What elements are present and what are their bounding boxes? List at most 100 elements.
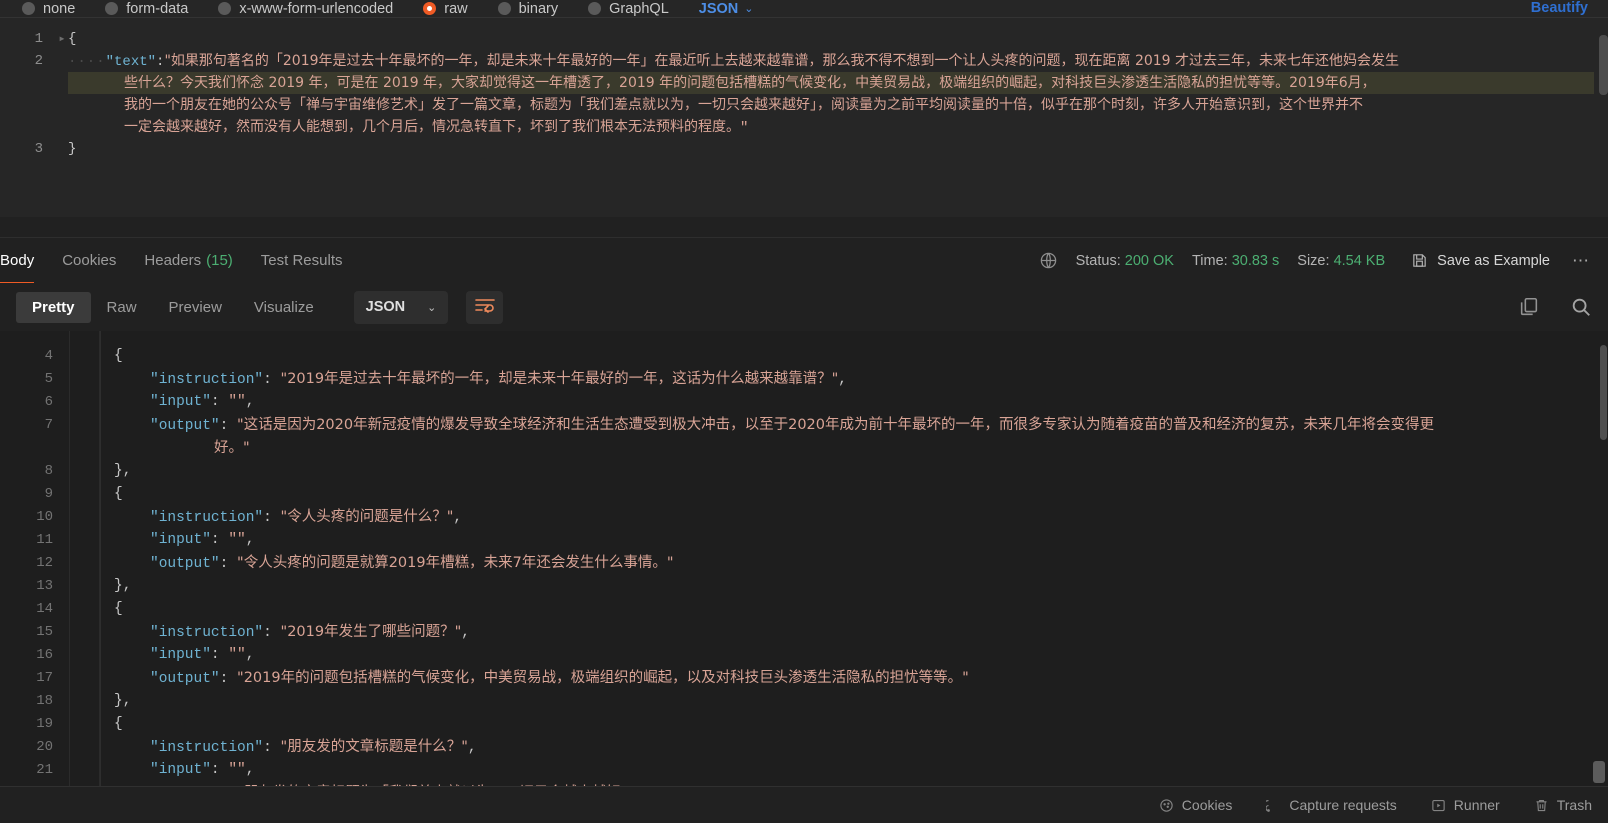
radio-icon[interactable] bbox=[105, 2, 119, 15]
json-field-input: "input": "", bbox=[114, 391, 1608, 414]
comma: , bbox=[467, 740, 477, 756]
time-label: Time: bbox=[1191, 252, 1228, 269]
comma: , bbox=[245, 532, 255, 548]
tab-label: Test Results bbox=[260, 252, 343, 269]
view-tab-visualize[interactable]: Visualize bbox=[238, 292, 330, 323]
body-type-label: x-www-form-urlencoded bbox=[239, 0, 394, 17]
tab-test-results[interactable]: Test Results bbox=[247, 238, 357, 284]
code-line-2-wrap-c: 一定会越来越好，然而没有人能想到，几个月后，情况急转直下，坏到了我们根本无法预料… bbox=[68, 116, 1594, 138]
json-open-brace: { bbox=[114, 345, 1608, 368]
json-close-brace: }, bbox=[114, 460, 1608, 483]
close-brace: } bbox=[68, 141, 77, 157]
colon: : bbox=[210, 647, 220, 663]
response-fold-column[interactable] bbox=[70, 331, 100, 786]
search-icon[interactable] bbox=[1570, 296, 1592, 318]
comma: , bbox=[453, 510, 463, 526]
copy-icon[interactable] bbox=[1518, 296, 1540, 318]
line-number: 16 bbox=[36, 647, 53, 663]
code-line-2: ····"text":"如果那句著名的「2019年是过去十年最坏的一年，却是未来… bbox=[68, 50, 1594, 72]
json-value: "" bbox=[228, 762, 246, 778]
statusbar-trash[interactable]: Trash bbox=[1534, 797, 1592, 813]
line-number: 19 bbox=[36, 716, 53, 732]
tab-cookies[interactable]: Cookies bbox=[48, 238, 130, 284]
line-number: 13 bbox=[36, 578, 53, 594]
radio-icon[interactable] bbox=[22, 2, 35, 15]
save-as-example-button[interactable]: Save as Example bbox=[1411, 252, 1550, 269]
json-value: "" bbox=[228, 647, 246, 663]
request-editor-line-numbers: 1 2 3 bbox=[0, 18, 56, 217]
body-type-option-binary[interactable]: binary bbox=[497, 1, 558, 17]
colon: : bbox=[210, 532, 220, 548]
colon: : bbox=[210, 394, 220, 410]
radio-icon-selected[interactable] bbox=[423, 2, 437, 15]
json-field-input: "input": "", bbox=[114, 529, 1608, 552]
more-options-icon[interactable]: ⋯ bbox=[1572, 251, 1590, 271]
body-type-option-form-data[interactable]: form-data bbox=[105, 1, 188, 17]
save-disk-icon bbox=[1411, 252, 1428, 269]
globe-icon[interactable] bbox=[1039, 251, 1058, 270]
request-editor-code[interactable]: { ····"text":"如果那句著名的「2019年是过去十年最坏的一年，却是… bbox=[68, 18, 1608, 217]
json-field-output: "output": "令人头疼的问题是就算2019年槽糕，未来7年还会发生什么事… bbox=[114, 552, 1608, 575]
json-value: "这话是因为2020年新冠疫情的爆发导致全球经济和生活生态遭受到极大冲击，以至于… bbox=[237, 417, 1434, 433]
word-wrap-button[interactable] bbox=[466, 290, 504, 324]
response-scrollbar-thumb[interactable] bbox=[1600, 345, 1607, 440]
json-key: "output" bbox=[150, 418, 220, 434]
json-key: "instruction" bbox=[150, 740, 264, 756]
line-number: 14 bbox=[36, 601, 53, 617]
radio-icon[interactable] bbox=[497, 2, 511, 15]
statusbar-cookies[interactable]: Cookies bbox=[1159, 797, 1232, 813]
response-tabs: Body Cookies Headers (15) Test Results bbox=[0, 238, 357, 284]
body-type-option-x-www-form-urlencoded[interactable]: x-www-form-urlencoded bbox=[218, 1, 393, 17]
response-meta: Status: 200 OK Time: 30.83 s Size: 4.54 … bbox=[1039, 251, 1608, 271]
radio-icon[interactable] bbox=[218, 2, 232, 15]
body-type-option-none[interactable]: none bbox=[22, 1, 75, 17]
json-field-input: "input": "", bbox=[114, 644, 1608, 667]
json-field-input: "input": "", bbox=[114, 759, 1608, 782]
brace: }, bbox=[114, 578, 132, 594]
code-line-2-wrap-a: 些什么？今天我们怀念 2019 年，可是在 2019 年，大家却觉得这一年槽透了… bbox=[68, 72, 1594, 94]
json-open-brace: { bbox=[114, 598, 1608, 621]
request-format-dropdown[interactable]: JSON ⌄ bbox=[699, 1, 754, 17]
statusbar-capture-requests[interactable]: Capture requests bbox=[1263, 797, 1397, 813]
view-tab-preview[interactable]: Preview bbox=[153, 292, 238, 323]
json-open-brace: { bbox=[114, 483, 1608, 506]
view-tab-label: Preview bbox=[168, 298, 222, 316]
trash-icon bbox=[1534, 798, 1549, 813]
response-line-numbers: 4 5 6 7 8 9 10 11 12 13 14 15 16 17 18 1… bbox=[0, 331, 70, 786]
json-value-segment: 一定会越来越好，然而没有人能想到，几个月后，情况急转直下，坏到了我们根本无法预料… bbox=[124, 119, 740, 135]
json-key: "instruction" bbox=[150, 510, 264, 526]
fold-marker[interactable]: ▸ bbox=[56, 28, 68, 50]
headers-count-badge: (15) bbox=[206, 252, 233, 269]
json-value-segment: 些什么？今天我们怀念 2019 年，可是在 2019 年，大家却觉得这一年槽透了… bbox=[124, 75, 1376, 91]
request-editor-scrollbar[interactable] bbox=[1599, 35, 1608, 95]
json-field-instruction: "instruction": "令人头疼的问题是什么？", bbox=[114, 506, 1608, 529]
line-number: 4 bbox=[44, 348, 53, 364]
response-horizontal-scrollbar[interactable] bbox=[1593, 761, 1605, 783]
line-number: 15 bbox=[36, 624, 53, 640]
json-field-output: "output": "这话是因为2020年新冠疫情的爆发导致全球经济和生活生态遭… bbox=[114, 414, 1608, 437]
request-format-value: JSON bbox=[698, 0, 739, 17]
statusbar-label: Capture requests bbox=[1289, 797, 1397, 813]
tab-headers[interactable]: Headers (15) bbox=[130, 238, 246, 284]
body-type-option-graphql[interactable]: GraphQL bbox=[588, 1, 669, 17]
colon: : bbox=[219, 418, 229, 434]
view-tab-pretty[interactable]: Pretty bbox=[16, 291, 91, 323]
json-key: "input" bbox=[150, 532, 211, 548]
chevron-down-icon: ⌄ bbox=[744, 3, 754, 15]
body-type-option-raw[interactable]: raw bbox=[423, 1, 468, 17]
statusbar-runner[interactable]: Runner bbox=[1431, 797, 1500, 813]
view-tab-raw[interactable]: Raw bbox=[91, 292, 153, 323]
view-tab-label: Pretty bbox=[32, 298, 75, 316]
beautify-button[interactable]: Beautify bbox=[1531, 0, 1588, 16]
line-number: 2 bbox=[34, 53, 43, 69]
response-format-dropdown[interactable]: JSON ⌄ bbox=[353, 290, 449, 324]
statusbar-label: Trash bbox=[1556, 797, 1592, 813]
tab-body[interactable]: Body bbox=[0, 238, 48, 284]
request-body-editor[interactable]: 1 2 3 ▸ { ····"text":"如果那句著名的「2019年是过去十年… bbox=[0, 17, 1608, 217]
comma: , bbox=[245, 394, 255, 410]
request-editor-fold-column[interactable]: ▸ bbox=[56, 18, 68, 217]
json-value: "朋友发的文章标题是什么？" bbox=[280, 739, 468, 755]
response-body-viewer[interactable]: 4 5 6 7 8 9 10 11 12 13 14 15 16 17 18 1… bbox=[0, 331, 1608, 786]
response-code[interactable]: { "instruction": "2019年是过去十年最坏的一年，却是未来十年… bbox=[100, 331, 1608, 786]
radio-icon[interactable] bbox=[588, 2, 602, 15]
